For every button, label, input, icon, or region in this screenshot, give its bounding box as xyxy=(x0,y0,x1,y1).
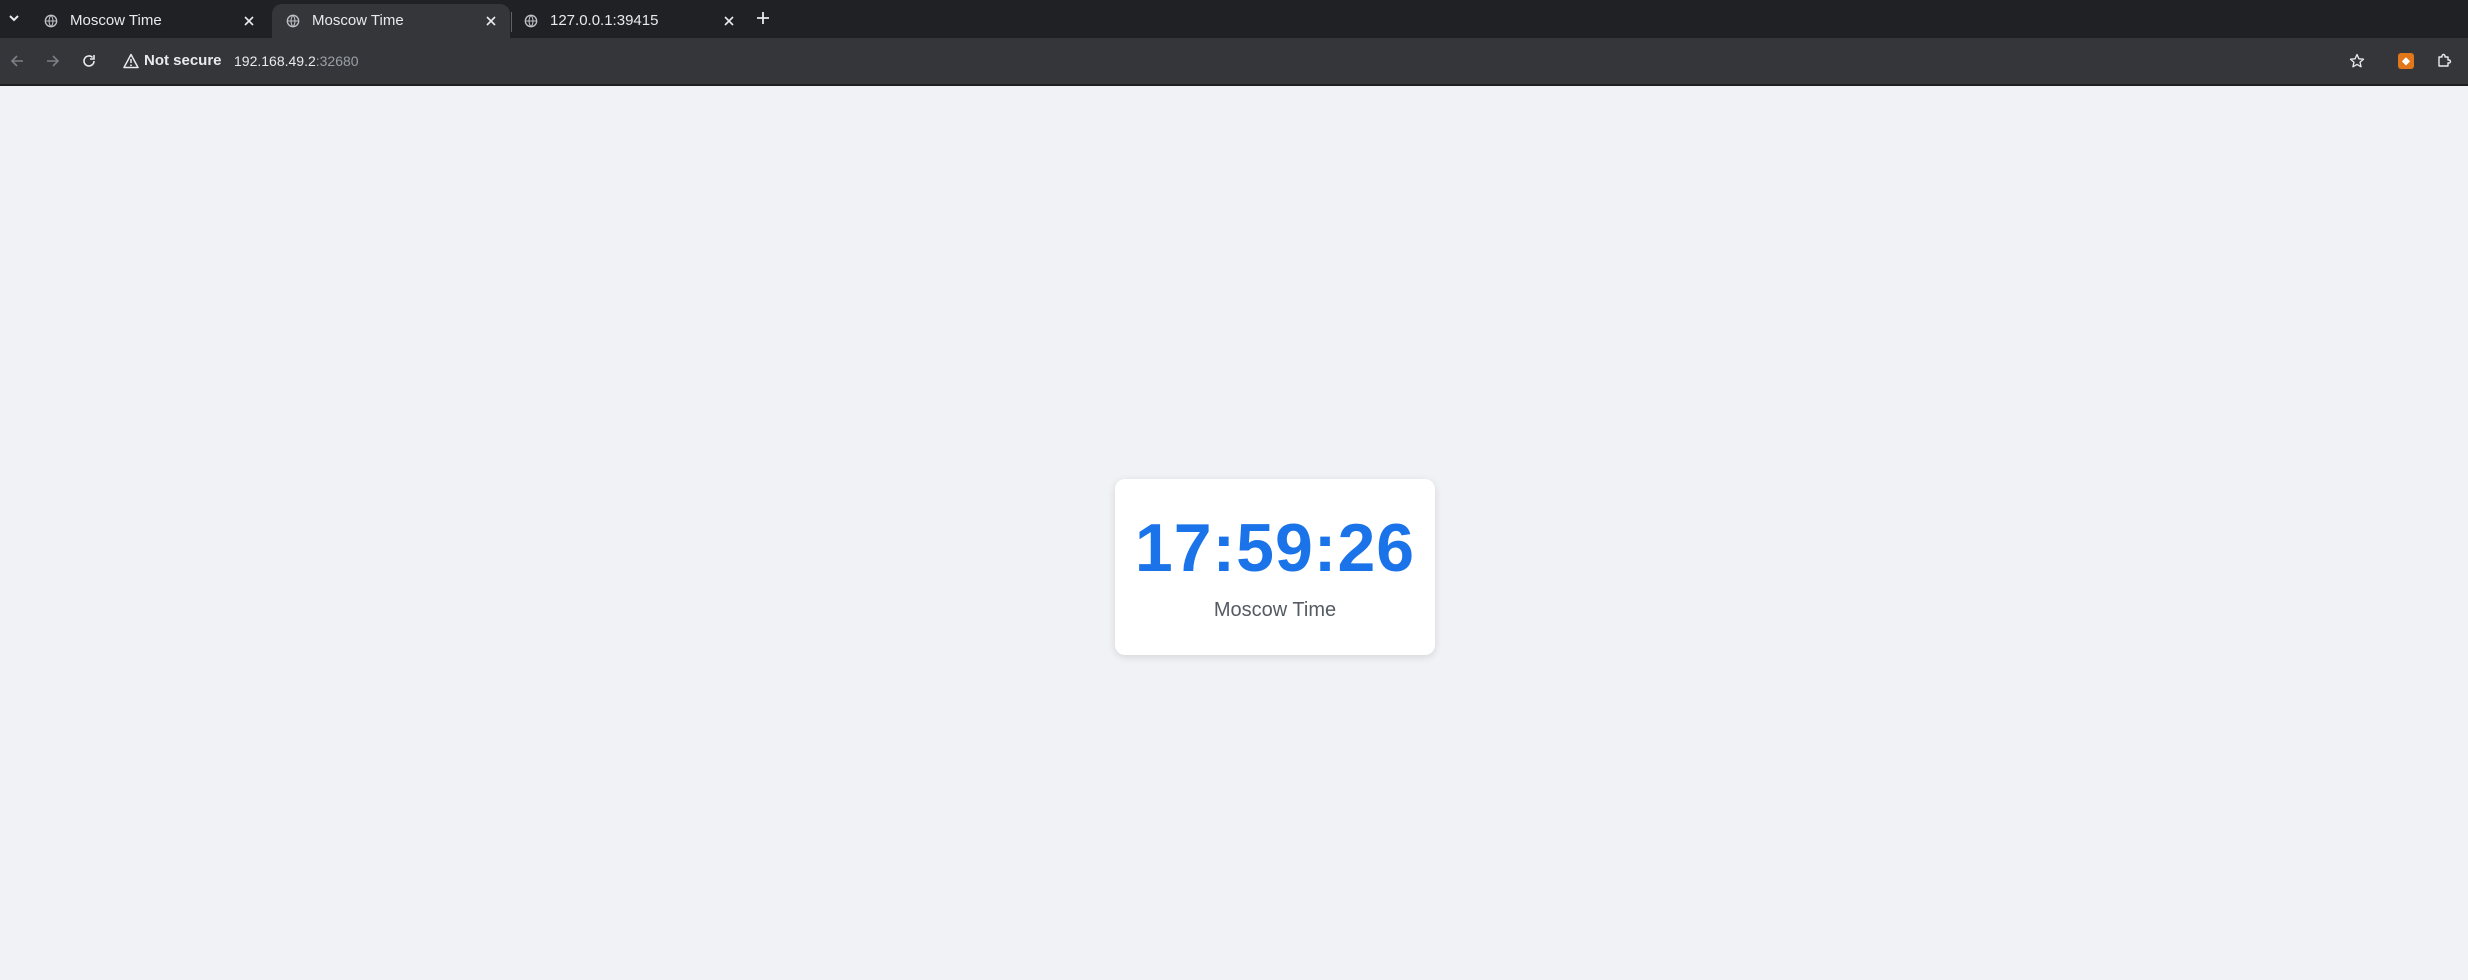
reload-button[interactable] xyxy=(78,50,100,72)
forward-button[interactable] xyxy=(42,50,64,72)
moscow-time-clock: 17:59:26 xyxy=(1134,510,1416,586)
url-text[interactable]: 192.168.49.2:32680 xyxy=(234,53,359,69)
close-tab-button[interactable] xyxy=(720,12,738,30)
url-port: :32680 xyxy=(315,53,359,69)
url-host: 192.168.49.2 xyxy=(234,53,316,69)
tab-title: Moscow Time xyxy=(70,12,162,29)
tab-strip: Moscow Time Moscow Time 127.0.0.1:39415 xyxy=(0,0,2468,38)
tab-title: Moscow Time xyxy=(312,12,404,29)
clock-card: 17:59:26 Moscow Time xyxy=(1115,479,1435,655)
bookmark-button[interactable] xyxy=(2346,50,2368,72)
close-tab-button[interactable] xyxy=(482,12,500,30)
back-button[interactable] xyxy=(6,50,28,72)
tab-moscow-time-1[interactable]: Moscow Time xyxy=(30,4,268,38)
close-icon xyxy=(244,16,254,26)
reload-icon xyxy=(83,55,95,67)
tab-moscow-time-2[interactable]: Moscow Time xyxy=(272,4,510,38)
warning-icon xyxy=(123,53,139,69)
star-icon xyxy=(2349,53,2365,68)
close-icon xyxy=(724,16,734,26)
address-bar[interactable]: Not secure 192.168.49.2:32680 xyxy=(118,44,2328,78)
tab-title: 127.0.0.1:39415 xyxy=(550,12,659,29)
metamask-extension-button[interactable]: ◆ xyxy=(2395,50,2417,72)
tab-search-button[interactable] xyxy=(3,7,25,29)
clock-caption: Moscow Time xyxy=(1213,599,1337,621)
arrow-left-icon xyxy=(10,55,23,67)
arrow-right-icon xyxy=(47,55,60,67)
security-status-label[interactable]: Not secure xyxy=(144,52,222,69)
chevron-down-icon xyxy=(9,15,19,22)
new-tab-button[interactable] xyxy=(752,7,774,29)
puzzle-icon xyxy=(2438,53,2452,67)
close-icon xyxy=(486,16,496,26)
globe-icon xyxy=(286,14,300,28)
globe-icon xyxy=(524,14,538,28)
tab-localhost[interactable]: 127.0.0.1:39415 xyxy=(510,4,748,38)
close-tab-button[interactable] xyxy=(240,12,258,30)
globe-icon xyxy=(44,14,58,28)
plus-icon xyxy=(757,12,769,24)
fox-icon: ◆ xyxy=(2398,53,2414,69)
extensions-button[interactable] xyxy=(2433,50,2455,72)
